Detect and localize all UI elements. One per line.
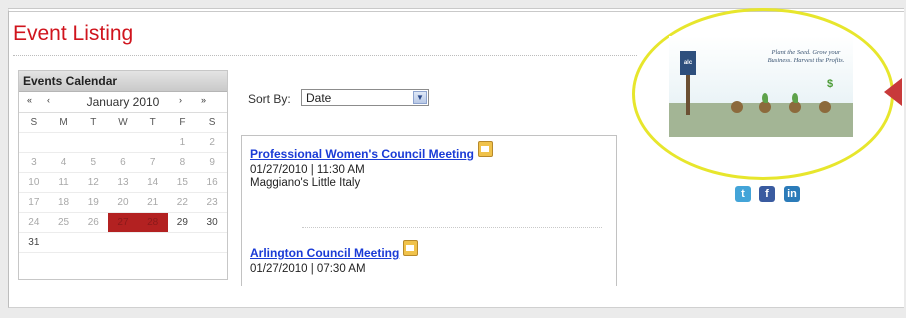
event-title-link[interactable]: Professional Women's Council Meeting (250, 147, 474, 161)
chevron-down-icon[interactable]: ▼ (413, 91, 427, 104)
calendar-day: 4 (48, 152, 79, 173)
calendar-day: 24 (19, 212, 49, 233)
list-item: Arlington Council Meeting 01/27/2010 | 0… (250, 240, 419, 275)
next-slide-arrow-icon[interactable] (884, 78, 902, 106)
calendar-day: 8 (167, 152, 198, 173)
weekday-header: F (167, 113, 198, 133)
calendar-day: 13 (108, 172, 138, 193)
calendar-day-event[interactable]: 27 (108, 212, 138, 233)
linkedin-icon[interactable]: in (784, 186, 800, 202)
calendar-empty-cell (137, 232, 168, 253)
weekday-header: S (197, 113, 227, 133)
calendar-empty-cell (48, 132, 79, 153)
calendar-day: 25 (48, 212, 79, 233)
list-item: Professional Women's Council Meeting 01/… (250, 141, 493, 189)
calendar-day: 3 (19, 152, 49, 173)
calendar-day: 23 (197, 192, 227, 213)
calendar-day: 11 (48, 172, 79, 193)
event-title-link[interactable]: Arlington Council Meeting (250, 246, 399, 260)
calendar-day: 31 (19, 232, 49, 253)
calendar-day: 14 (137, 172, 168, 193)
seed-icon (731, 101, 743, 113)
calendar-week: 24 25 26 27 28 29 30 (19, 212, 227, 233)
calendar-day: 2 (197, 132, 227, 153)
sort-select[interactable]: Date ▼ (301, 89, 429, 106)
sort-selected-value: Date (306, 91, 332, 105)
calendar-week: 10 11 12 13 14 15 16 (19, 172, 227, 193)
calendar-day: 1 (167, 132, 198, 153)
promo-signpost (686, 75, 690, 115)
weekday-header: M (48, 113, 79, 133)
calendar-day: 19 (78, 192, 109, 213)
weekday-header: W (108, 113, 138, 133)
event-datetime: 01/27/2010 | 11:30 AM (250, 164, 365, 176)
calendar-empty-cell (48, 232, 79, 253)
calendar-empty-cell (167, 232, 198, 253)
calendar-empty-cell (78, 232, 109, 253)
calendar-day: 9 (197, 152, 227, 173)
weekday-header: T (137, 113, 168, 133)
calendar-day: 30 (197, 212, 227, 233)
calendar-add-icon[interactable] (478, 141, 493, 157)
calendar-week: 3456789 (19, 152, 227, 173)
calendar-day: 26 (78, 212, 109, 233)
calendar-empty-cell (197, 232, 227, 253)
calendar-day: 10 (19, 172, 49, 193)
calendar-add-icon[interactable] (403, 240, 419, 256)
calendar-day: 22 (167, 192, 198, 213)
page-title: Event Listing (13, 22, 134, 45)
calendar-day: 29 (167, 212, 198, 233)
seed-icon (819, 101, 831, 113)
calendar-day: 17 (19, 192, 49, 213)
calendar-month: January 2010 (86, 95, 160, 109)
facebook-icon[interactable]: f (759, 186, 775, 202)
calendar-day: 5 (78, 152, 109, 173)
twitter-icon[interactable]: t (735, 186, 751, 202)
event-datetime: 01/27/2010 | 07:30 AM (250, 263, 366, 275)
events-list: Professional Women's Council Meeting 01/… (241, 135, 617, 286)
calendar-empty-cell (137, 132, 168, 153)
calendar-week: 31 (19, 232, 227, 253)
sort-label: Sort By: (248, 92, 291, 106)
calendar-week: 12 (19, 132, 227, 153)
sprout-icon (792, 93, 798, 103)
calendar-day: 7 (137, 152, 168, 173)
weekday-header: T (78, 113, 109, 133)
calendar-day: 20 (108, 192, 138, 213)
last-month-button[interactable]: » (201, 95, 206, 105)
sprout-icon (762, 93, 768, 103)
calendar-days: 1 2 3 4 5 6 7 8 9 10 11 12 13 14 15 16 17 18 19 20 21 22 23 24 2… (19, 132, 227, 253)
weekday-header: S (19, 113, 49, 133)
calendar-empty-cell (108, 132, 138, 153)
calendar-day: 16 (197, 172, 227, 193)
dollar-sprout-icon: $ (827, 78, 834, 90)
calendar-day: 12 (78, 172, 109, 193)
event-location: Maggiano's Little Italy (250, 177, 361, 189)
calendar-header: Events Calendar (19, 71, 227, 92)
calendar-day-event[interactable]: 28 (137, 212, 168, 233)
promo-banner[interactable]: alc Plant the Seed. Grow your Business. … (669, 36, 853, 137)
calendar-day: 21 (137, 192, 168, 213)
promo-tagline: Plant the Seed. Grow your Business. Harv… (767, 49, 845, 64)
alc-logo: alc (680, 51, 696, 75)
events-calendar: Events Calendar « ‹ January 2010 › » S M… (18, 70, 228, 280)
next-month-button[interactable]: › (179, 95, 182, 105)
event-divider (302, 227, 602, 228)
calendar-day: 18 (48, 192, 79, 213)
calendar-day: 6 (108, 152, 138, 173)
title-divider (13, 55, 637, 56)
calendar-empty-cell (108, 232, 138, 253)
calendar-empty-cell (19, 132, 49, 153)
calendar-grid: S M T W T F S 1 2 3 4 5 6 7 8 9 10 11 12 13 14 15 16 17 1… (19, 113, 227, 253)
calendar-week: 17 18 19 20 21 22 23 (19, 192, 227, 213)
calendar-day: 15 (167, 172, 198, 193)
calendar-empty-cell (78, 132, 109, 153)
calendar-nav: « ‹ January 2010 › » (19, 92, 227, 113)
